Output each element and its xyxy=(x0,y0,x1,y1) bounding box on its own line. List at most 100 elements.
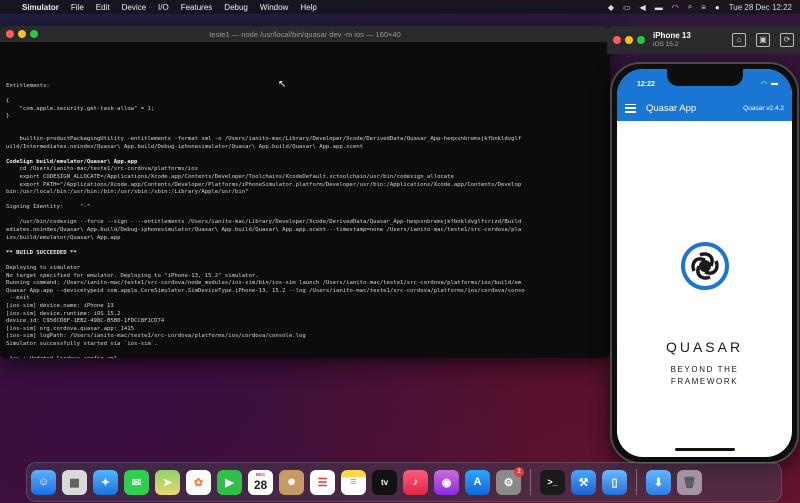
terminal-line: export CODESIGN_ALLOCATE=/Applications/X… xyxy=(6,173,454,180)
tagline-line-2: FRAMEWORK xyxy=(670,377,739,386)
home-indicator[interactable] xyxy=(675,448,735,451)
terminal-line: export PATH="/Applications/Xcode.app/Con… xyxy=(6,181,522,188)
simulator-toolbar: iPhone 13 iOS 15.2 ⌂ ▣ ⟳ xyxy=(607,26,800,54)
status-text: Updated Cordova config.xml xyxy=(26,356,118,358)
menu-clock[interactable]: Tue 28 Dec 12:22 xyxy=(729,3,792,12)
terminal-line: ediates.noindex/Quasar\ App.build/Debug-… xyxy=(6,227,522,234)
display-icon[interactable]: ▭ xyxy=(623,3,631,12)
podcasts-icon[interactable]: ◉ xyxy=(434,469,459,495)
terminal-status-line: App • Updated Cordova config.xml xyxy=(6,356,604,358)
notes-icon[interactable]: ≡ xyxy=(341,469,366,495)
terminal-line: Entitlements: xyxy=(6,82,50,89)
quasar-wordmark: QUASAR xyxy=(665,339,744,355)
photos-icon[interactable]: ✿ xyxy=(186,469,211,495)
sim-minimize-button[interactable] xyxy=(625,36,633,44)
minimize-window-button[interactable] xyxy=(18,30,26,38)
simulator-device-name: iPhone 13 xyxy=(653,31,691,40)
menu-file[interactable]: File xyxy=(71,3,84,12)
tagline-line-1: BEYOND THE xyxy=(670,365,739,374)
xcode-icon[interactable]: ⚒ xyxy=(571,469,596,495)
dock-divider xyxy=(530,469,531,495)
maps-icon[interactable]: ➤ xyxy=(155,469,180,495)
system-preferences-icon[interactable]: ⚙ 2 xyxy=(496,466,524,495)
wifi-icon: ◠ xyxy=(760,81,767,88)
settings-badge: 2 xyxy=(514,466,524,477)
trash-icon[interactable]: 🗑 xyxy=(677,469,702,495)
rotate-icon[interactable]: ⟳ xyxy=(780,33,794,47)
apple-tv-icon[interactable]: tv xyxy=(372,469,397,495)
terminal-icon[interactable]: >_ xyxy=(540,469,565,495)
menu-features[interactable]: Features xyxy=(181,3,213,12)
app-title: Quasar App xyxy=(646,102,697,114)
terminal-line: ** BUILD SUCCEEDED ** xyxy=(6,249,77,256)
volume-icon[interactable]: ◀ xyxy=(640,3,646,12)
terminal-output[interactable]: Entitlements: { "com.apple.security.get-t… xyxy=(0,42,610,358)
sim-zoom-button[interactable] xyxy=(637,36,645,44)
mouse-pointer-icon: ↖ xyxy=(278,79,287,90)
menu-io[interactable]: I/O xyxy=(158,3,169,12)
menu-debug[interactable]: Debug xyxy=(224,3,248,12)
close-window-button[interactable] xyxy=(6,30,14,38)
menu-window[interactable]: Window xyxy=(260,3,288,12)
menu-bar: Simulator File Edit Device I/O Features … xyxy=(0,0,800,14)
terminal-line: Quasar App.app --devicetypeid com.apple.… xyxy=(6,287,525,294)
home-button-icon[interactable]: ⌂ xyxy=(732,33,746,47)
terminal-line: [ios-sim] org.cordova.quasar.app: 1415 xyxy=(6,325,134,332)
terminal-titlebar[interactable]: teste1 — node /usr/local/bin/quasar dev … xyxy=(0,26,610,42)
terminal-line: } xyxy=(6,113,10,120)
control-center-icon[interactable]: ≡ xyxy=(701,3,706,12)
siri-icon[interactable]: ● xyxy=(715,3,720,12)
menu-icon[interactable] xyxy=(625,103,636,113)
terminal-line: ios/build/emulator/Quasar\ App.app xyxy=(6,234,121,241)
app-tag: App • xyxy=(6,356,26,358)
zoom-window-button[interactable] xyxy=(30,30,38,38)
terminal-line: --exit xyxy=(6,295,30,302)
music-icon[interactable]: ♪ xyxy=(403,469,428,495)
simulator-icon[interactable]: ▯ xyxy=(602,469,627,495)
messages-icon[interactable]: ✉ xyxy=(124,469,149,495)
ios-status-bar: 12:22 ◠ ▬ xyxy=(617,69,792,95)
contacts-icon[interactable]: ☻ xyxy=(279,469,304,495)
dropbox-icon[interactable]: ◆ xyxy=(608,3,614,12)
terminal-line: "com.apple.security.get-task-allow" = 1; xyxy=(6,105,155,112)
app-store-icon[interactable]: A xyxy=(465,469,490,495)
screenshot-icon[interactable]: ▣ xyxy=(756,33,770,47)
calendar-icon[interactable]: DEC 28 xyxy=(248,469,273,495)
terminal-line: uild/Intermediates.noindex/Quasar\ App.b… xyxy=(6,143,363,150)
sim-close-button[interactable] xyxy=(613,36,621,44)
search-icon[interactable]: ⌕ xyxy=(688,2,692,12)
menu-help[interactable]: Help xyxy=(300,3,316,12)
simulator-os-version: iOS 15.2 xyxy=(653,41,679,48)
menu-device[interactable]: Device xyxy=(122,3,146,12)
battery-icon[interactable]: ▬ xyxy=(655,3,663,12)
downloads-folder-icon[interactable]: ⬇ xyxy=(646,469,671,495)
terminal-line: device.id: C950CD8F-1EB2-498C-B5B0-1FDCC… xyxy=(6,318,165,325)
terminal-line: Signing Identity: "-" xyxy=(6,204,91,211)
menu-app-name[interactable]: Simulator xyxy=(22,3,59,12)
wifi-icon[interactable]: ◠ xyxy=(672,3,679,12)
iphone-screen[interactable]: 12:22 ◠ ▬ Quasar App Quasar v2.4.2 QUASA… xyxy=(617,69,792,457)
terminal-line: CodeSign build/emulator/Quasar\ App.app xyxy=(6,158,138,165)
reminders-icon[interactable]: ☰ xyxy=(310,469,335,495)
terminal-line: Simulator successfully started via `ios-… xyxy=(6,340,158,347)
dock-divider xyxy=(636,469,637,495)
terminal-line: cd /Users/ianito-mac/teste1/src-cordova/… xyxy=(6,166,198,173)
terminal-line: /usr/bin/codesign --force --sign - --ent… xyxy=(6,219,522,226)
battery-icon: ▬ xyxy=(771,80,778,87)
menu-edit[interactable]: Edit xyxy=(96,3,110,12)
launchpad-icon[interactable]: ▦ xyxy=(62,469,87,495)
finder-icon[interactable]: ☺ xyxy=(31,469,56,495)
terminal-line: [ios-sim] logPath: /Users/ianito-mac/tes… xyxy=(6,333,306,340)
terminal-line: bin:/usr/local/bin:/usr/bin:/bin:/usr/sb… xyxy=(6,189,249,196)
notch xyxy=(666,69,743,86)
safari-icon[interactable]: ✦ xyxy=(93,469,118,495)
facetime-icon[interactable]: ▶ xyxy=(217,469,242,495)
terminal-line: Deploying to simulator xyxy=(6,265,81,272)
